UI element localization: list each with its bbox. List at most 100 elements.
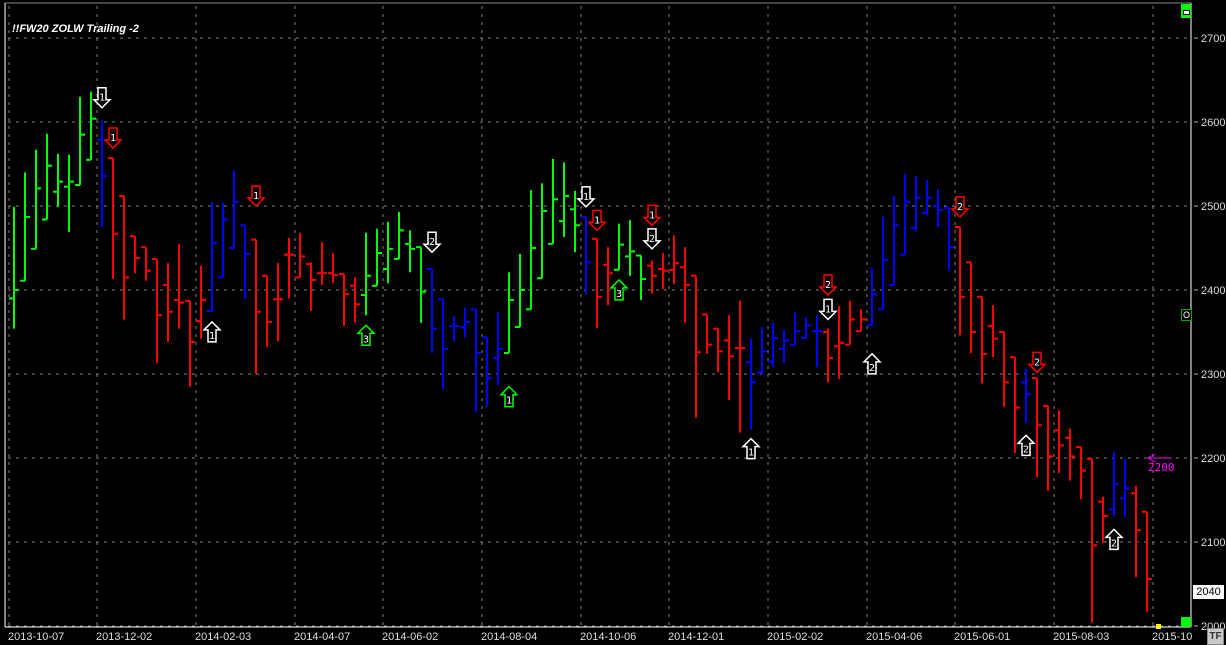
x-tick-label: 2014-08-04 bbox=[481, 631, 537, 643]
ohlc-bar bbox=[1021, 368, 1031, 423]
timeframe-button[interactable]: TF bbox=[1207, 628, 1224, 645]
ohlc-bar bbox=[317, 242, 327, 285]
ohlc-bar bbox=[460, 307, 470, 338]
ohlc-bar bbox=[900, 174, 910, 256]
ohlc-bar bbox=[97, 120, 107, 227]
ohlc-bar bbox=[328, 253, 338, 284]
ohlc-bar bbox=[812, 315, 822, 368]
ohlc-bar bbox=[372, 228, 382, 287]
ohlc-bar bbox=[471, 308, 481, 412]
ohlc-bar bbox=[108, 157, 118, 280]
ohlc-bar bbox=[31, 149, 41, 250]
ohlc-bar bbox=[966, 261, 976, 353]
ohlc-bar bbox=[427, 268, 437, 353]
ohlc-bar bbox=[691, 274, 701, 418]
current-price-label: 2040 bbox=[1193, 585, 1224, 599]
ohlc-bar bbox=[1065, 428, 1075, 481]
signal-label: 2 bbox=[429, 237, 435, 248]
x-tick-label: 2014-06-02 bbox=[382, 631, 438, 643]
y-tick-label: 2200 bbox=[1201, 453, 1225, 465]
ohlc-bar bbox=[526, 190, 536, 311]
ohlc-chart: 200021002200230024002500260027002013-10-… bbox=[4, 2, 1225, 643]
ohlc-bar bbox=[702, 313, 712, 354]
bottom-scroll-handle[interactable] bbox=[1181, 617, 1191, 627]
signal-label: 2 bbox=[869, 363, 875, 374]
signal-label: 2 bbox=[957, 202, 963, 213]
ohlc-bar bbox=[339, 273, 349, 327]
ohlc-bar bbox=[911, 175, 921, 232]
ohlc-bar bbox=[977, 295, 987, 384]
x-tick-label: 2014-10-06 bbox=[580, 631, 636, 643]
y-tick-label: 2100 bbox=[1201, 537, 1225, 549]
ohlc-bar bbox=[537, 183, 547, 280]
signal-label: 2 bbox=[1111, 538, 1117, 549]
signal-label: 3 bbox=[616, 289, 622, 300]
ohlc-bar bbox=[1120, 458, 1130, 517]
ohlc-bar bbox=[295, 232, 305, 279]
ohlc-bar bbox=[20, 172, 30, 282]
ohlc-bar bbox=[680, 247, 690, 323]
signal-label: 2 bbox=[825, 280, 831, 291]
ohlc-bar bbox=[878, 216, 888, 311]
ohlc-bar bbox=[163, 263, 173, 343]
ohlc-bar bbox=[119, 194, 129, 320]
ohlc-bar bbox=[350, 277, 360, 323]
x-tick-label: 2015-06-01 bbox=[954, 631, 1010, 643]
signal-label: 2 bbox=[1034, 357, 1040, 368]
ohlc-bar bbox=[449, 316, 459, 342]
ohlc-bar bbox=[482, 336, 492, 407]
ohlc-bar bbox=[1076, 446, 1086, 500]
ohlc-bar bbox=[746, 338, 756, 430]
ohlc-bar bbox=[405, 230, 415, 273]
ohlc-bar bbox=[53, 153, 63, 207]
chart-title: !!FW20 ZOLW Trailing -2 bbox=[12, 23, 139, 35]
ohlc-bar bbox=[361, 232, 371, 316]
x-tick-label: 2013-12-02 bbox=[96, 631, 152, 643]
signal-label: 1 bbox=[99, 93, 105, 104]
signal-label: 1 bbox=[748, 448, 754, 459]
ohlc-bar bbox=[229, 170, 239, 249]
ohlc-bar bbox=[196, 265, 206, 339]
ohlc-bar bbox=[240, 224, 250, 299]
y-tick-label: 2600 bbox=[1201, 117, 1225, 129]
ohlc-bar bbox=[1109, 451, 1119, 517]
ohlc-bar bbox=[658, 253, 668, 290]
ohlc-bar bbox=[416, 246, 426, 323]
ohlc-bar bbox=[262, 274, 272, 348]
ohlc-bar bbox=[284, 237, 294, 299]
ohlc-bar bbox=[999, 331, 1009, 407]
ohlc-bar bbox=[1010, 356, 1020, 453]
ohlc-bar bbox=[251, 238, 261, 374]
x-tick-label: 2013-10-07 bbox=[8, 631, 64, 643]
ohlc-bar bbox=[218, 202, 228, 279]
signal-label: 1 bbox=[110, 133, 116, 144]
price-scale-toggle-icon[interactable]: O bbox=[1181, 309, 1192, 321]
ohlc-bar bbox=[955, 226, 965, 336]
y-tick-label: 2400 bbox=[1201, 285, 1225, 297]
ohlc-bar bbox=[724, 315, 734, 401]
ohlc-bar bbox=[944, 206, 954, 271]
ohlc-bar bbox=[548, 158, 558, 245]
ohlc-bar bbox=[1131, 485, 1141, 578]
ohlc-bar bbox=[614, 223, 624, 271]
x-tick-label: 2014-04-07 bbox=[294, 631, 350, 643]
ohlc-bar bbox=[933, 190, 943, 227]
top-scroll-handle[interactable] bbox=[1181, 4, 1191, 18]
ohlc-bar bbox=[306, 262, 316, 311]
ohlc-bar bbox=[152, 257, 162, 364]
x-tick-label: 2014-02-03 bbox=[195, 631, 251, 643]
y-tick-label: 2300 bbox=[1201, 369, 1225, 381]
ohlc-bar bbox=[845, 300, 855, 346]
signal-label: 1 bbox=[649, 210, 655, 221]
ohlc-bar bbox=[130, 235, 140, 274]
ohlc-bar bbox=[559, 162, 569, 238]
signal-label: 2 bbox=[1023, 444, 1029, 455]
ohlc-bar bbox=[889, 195, 899, 286]
ohlc-bar bbox=[801, 317, 811, 339]
ohlc-bar bbox=[493, 311, 503, 385]
ohlc-bar bbox=[273, 263, 283, 342]
ohlc-bar bbox=[856, 309, 866, 333]
ohlc-bar bbox=[515, 253, 525, 328]
ohlc-bar bbox=[790, 312, 800, 346]
ohlc-bar bbox=[768, 322, 778, 368]
